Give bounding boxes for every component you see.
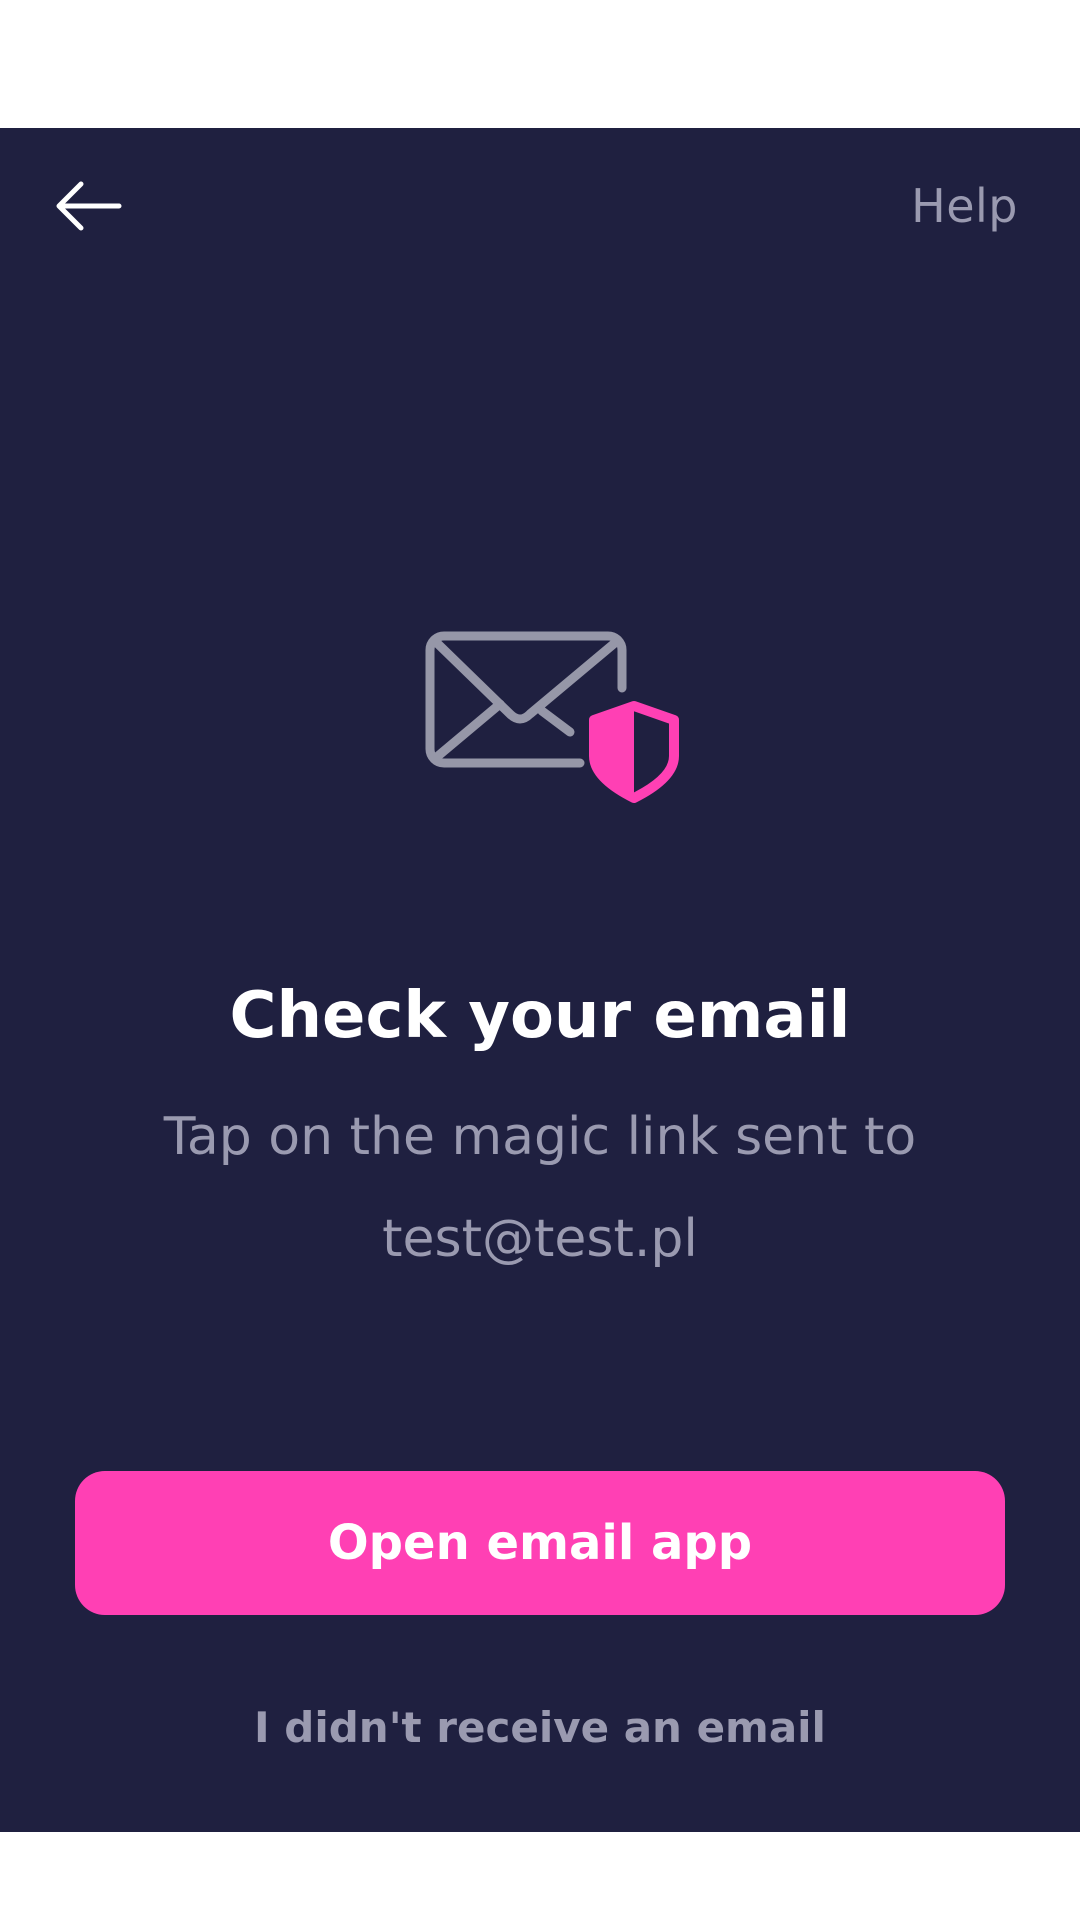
email-address: test@test.pl <box>382 1209 698 1269</box>
magic-link-screen: Help Check your email Tap on the magic l… <box>0 128 1080 1832</box>
help-link[interactable]: Help <box>911 178 1018 234</box>
arrow-left-icon <box>56 181 122 231</box>
open-email-app-button[interactable]: Open email app <box>75 1471 1005 1615</box>
didnt-receive-email-link[interactable]: I didn't receive an email <box>0 1700 1080 1756</box>
page-title: Check your email <box>229 979 851 1053</box>
instruction-line: Tap on the magic link sent to <box>163 1107 917 1167</box>
instruction-text: Tap on the magic link sent to test@test.… <box>0 1086 1080 1290</box>
email-shield-icon <box>420 628 690 828</box>
back-button[interactable] <box>48 172 128 240</box>
